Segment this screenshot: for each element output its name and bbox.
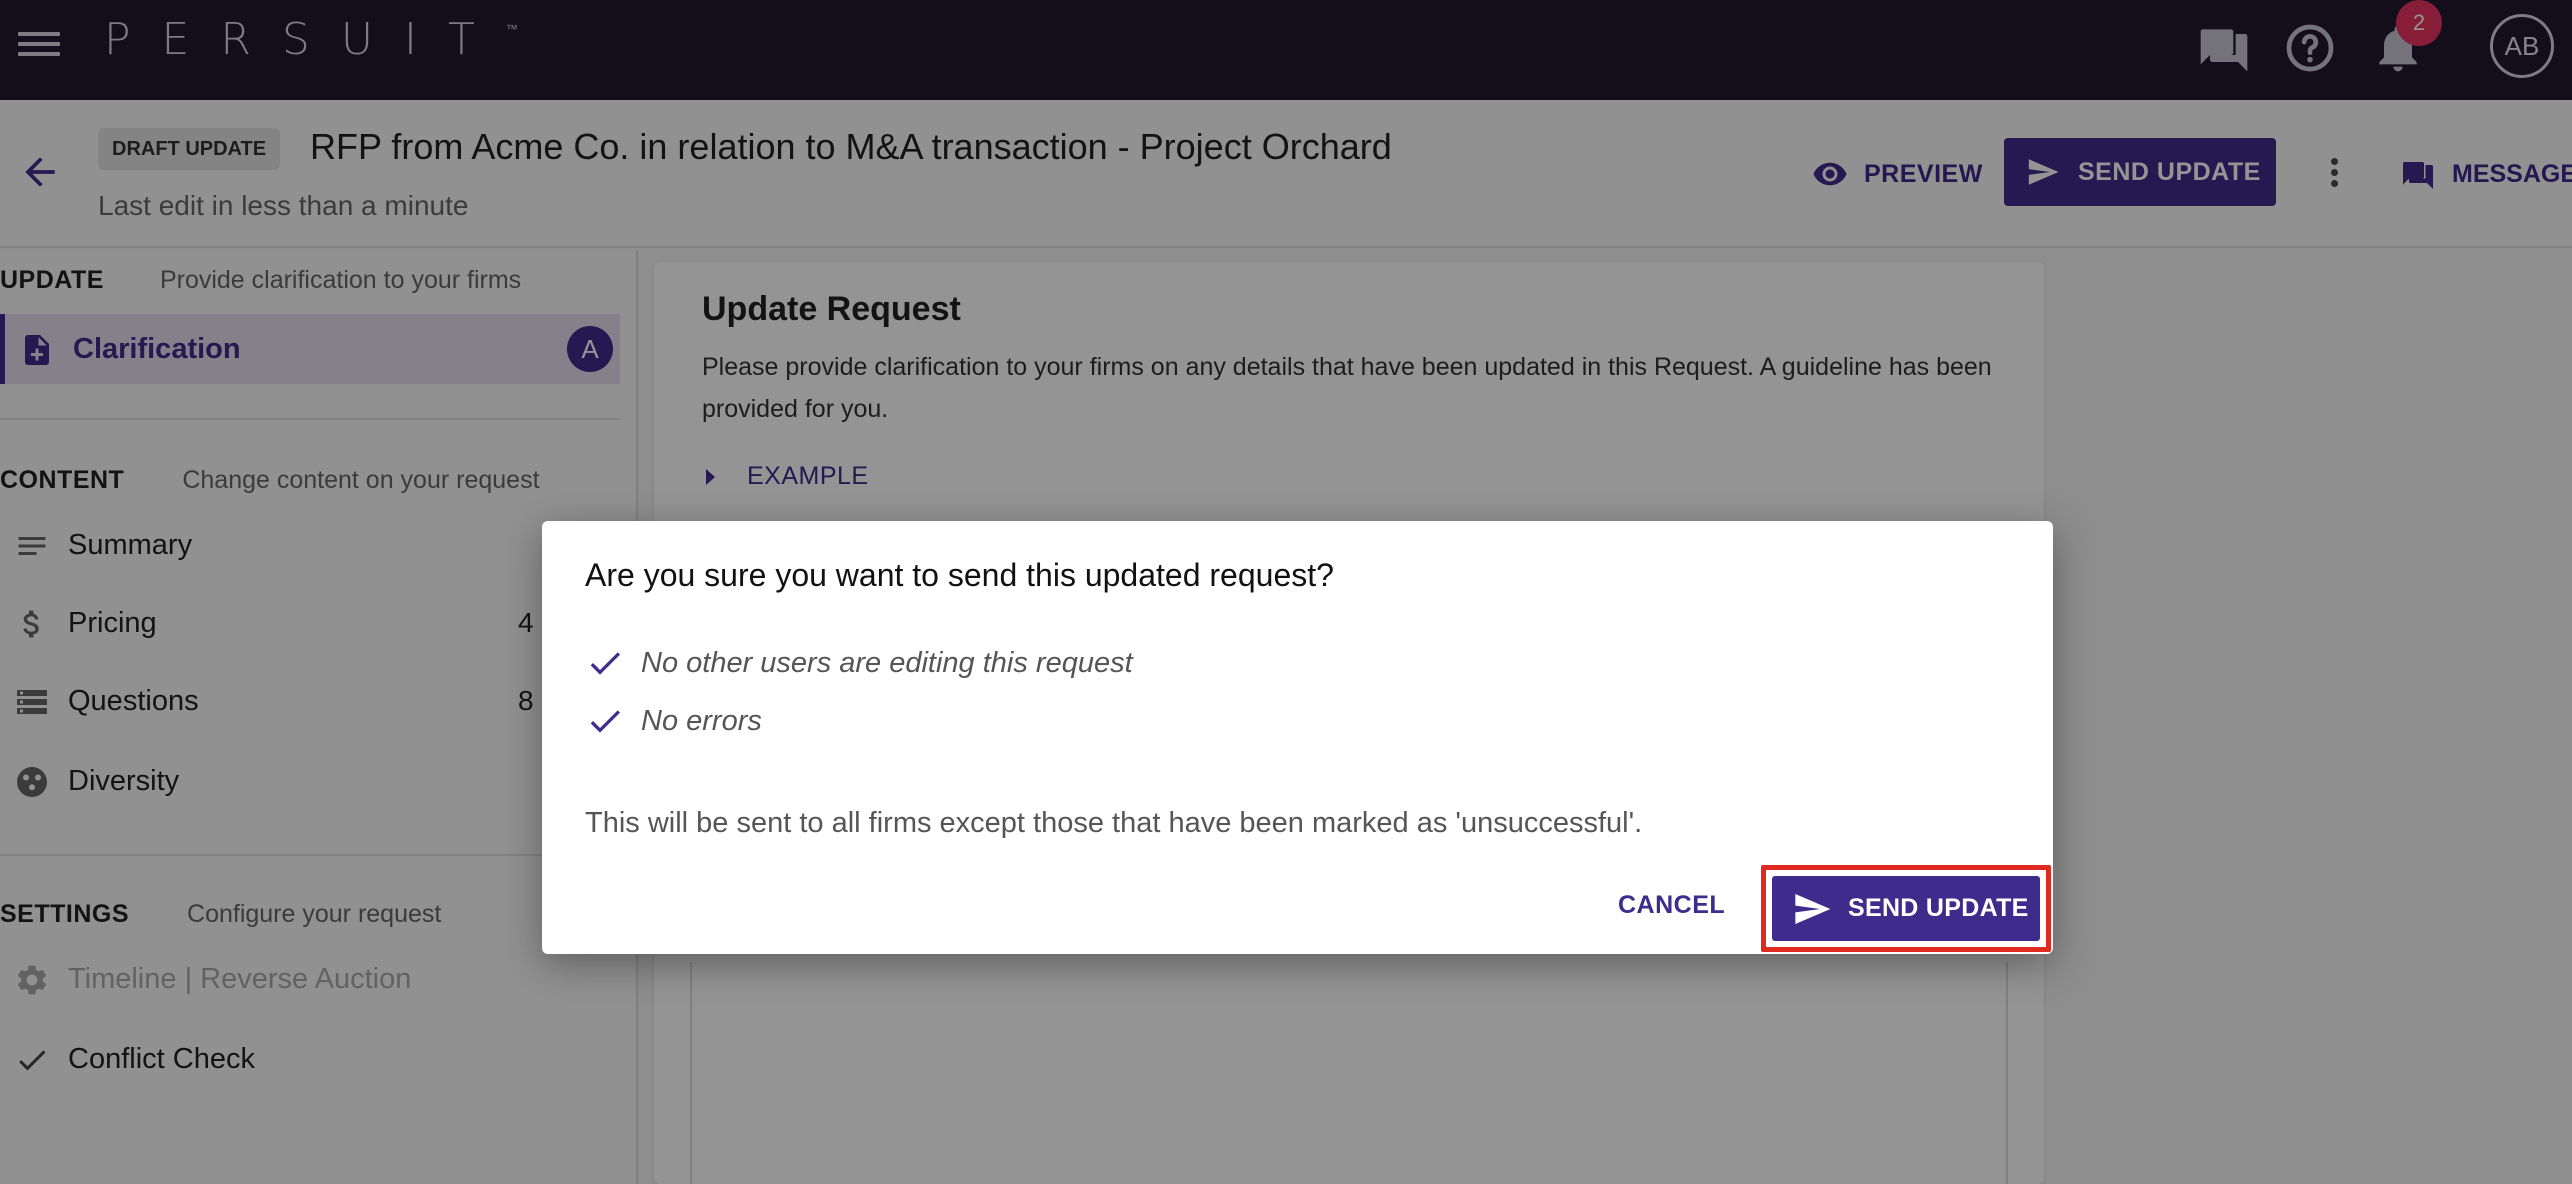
check-icon (590, 710, 620, 733)
highlight-box: SEND UPDATE (1761, 865, 2051, 952)
check-item: No errors (585, 701, 762, 741)
confirm-send-label: SEND UPDATE (1848, 894, 2029, 922)
dialog-title: Are you sure you want to send this updat… (585, 557, 1334, 593)
send-icon (1795, 893, 1831, 924)
cancel-button[interactable]: CANCEL (1618, 891, 1725, 920)
check-item: No other users are editing this request (585, 643, 1133, 683)
confirm-send-dialog: Are you sure you want to send this updat… (542, 521, 2053, 954)
dialog-note: This will be sent to all firms except th… (585, 807, 1643, 839)
check-icon (590, 652, 620, 675)
confirm-send-update-button[interactable]: SEND UPDATE (1772, 876, 2040, 941)
